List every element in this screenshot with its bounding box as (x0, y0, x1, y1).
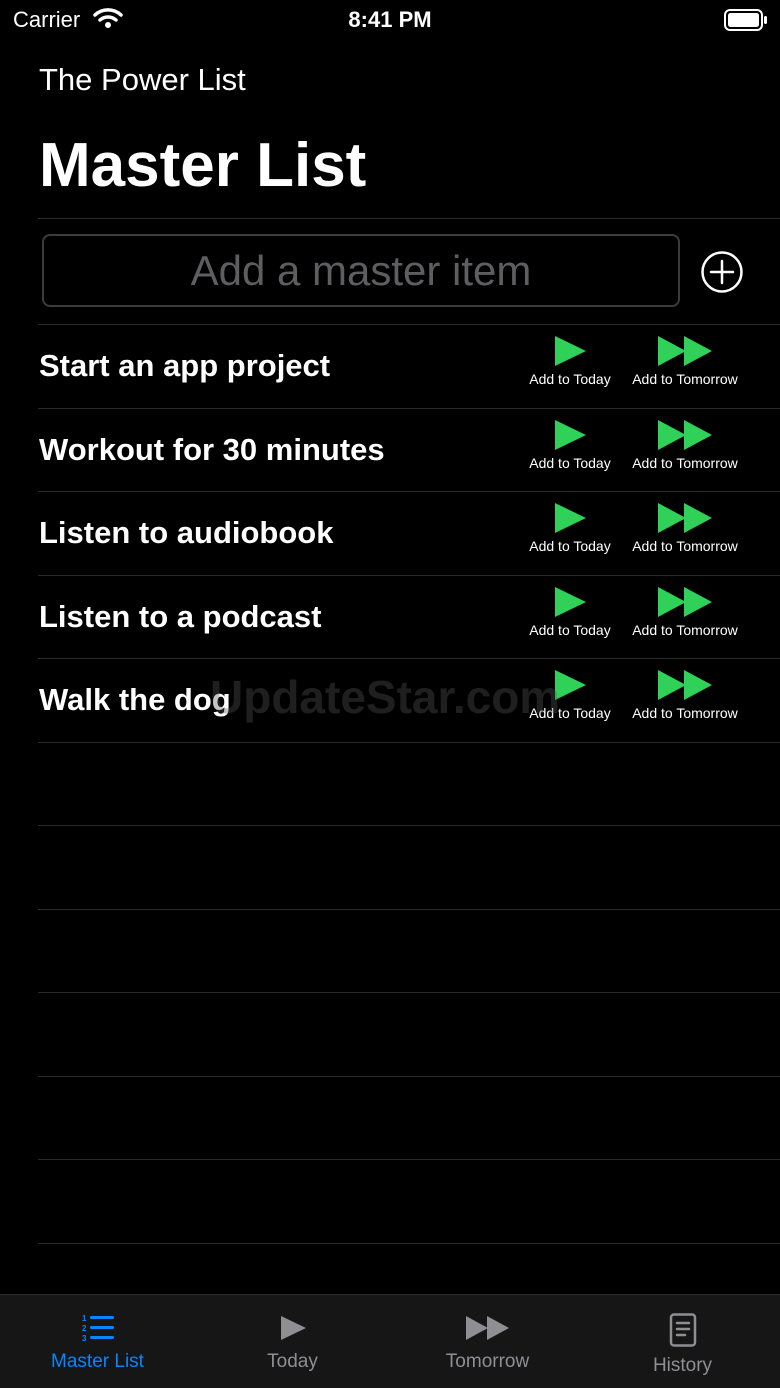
fast-forward-icon (658, 420, 712, 450)
empty-row-divider (38, 1159, 780, 1160)
tab-tomorrow[interactable]: Tomorrow (390, 1295, 585, 1388)
divider (38, 742, 780, 743)
empty-row-divider (38, 1076, 780, 1077)
add-item-button[interactable] (700, 250, 744, 294)
list-item-title: Listen to a podcast (39, 599, 322, 634)
divider (38, 218, 780, 219)
add-to-tomorrow-button[interactable]: Add to Tomorrow (622, 669, 748, 721)
add-to-today-label: Add to Today (529, 622, 611, 638)
add-to-tomorrow-button[interactable]: Add to Tomorrow (622, 335, 748, 387)
play-icon (555, 336, 586, 366)
add-to-tomorrow-label: Add to Tomorrow (632, 622, 738, 638)
fast-forward-icon (658, 336, 712, 366)
fast-forward-icon (658, 670, 712, 700)
plus-circle-icon (701, 251, 743, 293)
empty-row-divider (38, 992, 780, 993)
add-to-tomorrow-label: Add to Tomorrow (632, 455, 738, 471)
tab-label: History (652, 1355, 713, 1376)
app-title: The Power List (39, 62, 246, 97)
add-to-tomorrow-label: Add to Tomorrow (632, 538, 738, 554)
list-item: Listen to audiobook Add to Today Add to … (0, 492, 780, 575)
list-item-title: Listen to audiobook (39, 515, 334, 550)
add-to-today-button[interactable]: Add to Today (522, 586, 618, 638)
battery-icon (724, 8, 768, 37)
page-title: Master List (39, 131, 367, 200)
tab-label: Today (267, 1351, 318, 1372)
play-icon (555, 503, 586, 533)
fast-forward-icon (658, 503, 712, 533)
add-to-tomorrow-button[interactable]: Add to Tomorrow (622, 586, 748, 638)
tab-label: Master List (51, 1351, 144, 1372)
list-item: Listen to a podcast Add to Today Add to … (0, 576, 780, 659)
svg-text:1: 1 (82, 1314, 87, 1323)
add-to-today-label: Add to Today (529, 371, 611, 387)
add-to-today-label: Add to Today (529, 538, 611, 554)
add-master-item-input[interactable] (42, 234, 680, 307)
add-to-tomorrow-button[interactable]: Add to Tomorrow (622, 502, 748, 554)
add-to-tomorrow-button[interactable]: Add to Tomorrow (622, 419, 748, 471)
fast-forward-icon (658, 587, 712, 617)
svg-text:3: 3 (82, 1334, 87, 1343)
status-time: 8:41 PM (348, 7, 432, 32)
status-bar: Carrier 8:41 PM (0, 0, 780, 40)
tab-today[interactable]: Today (195, 1295, 390, 1388)
play-icon (280, 1316, 306, 1340)
empty-row-divider (38, 1243, 780, 1244)
add-to-tomorrow-label: Add to Tomorrow (632, 371, 738, 387)
empty-row-divider (38, 825, 780, 826)
add-to-today-button[interactable]: Add to Today (522, 419, 618, 471)
add-to-today-button[interactable]: Add to Today (522, 502, 618, 554)
watermark: UpdateStar.com (210, 671, 561, 723)
list-item: Start an app project Add to Today Add to… (0, 325, 780, 408)
list-icon: 123 (82, 1314, 114, 1343)
list-item-title: Start an app project (39, 348, 331, 383)
tab-bar: 123 Master List Today Tomorrow History (0, 1294, 780, 1388)
add-to-tomorrow-label: Add to Tomorrow (632, 705, 738, 721)
play-icon (555, 420, 586, 450)
add-to-today-label: Add to Today (529, 455, 611, 471)
list-item-title: Walk the dog (39, 682, 231, 717)
list-item: Workout for 30 minutes Add to Today Add … (0, 409, 780, 492)
play-icon (555, 587, 586, 617)
list-item-title: Workout for 30 minutes (39, 432, 385, 467)
document-icon (669, 1313, 696, 1347)
tab-history[interactable]: History (585, 1295, 780, 1388)
svg-text:2: 2 (82, 1324, 87, 1333)
empty-row-divider (38, 909, 780, 910)
add-to-today-button[interactable]: Add to Today (522, 335, 618, 387)
tab-label: Tomorrow (445, 1351, 530, 1372)
tab-master-list[interactable]: 123 Master List (0, 1295, 195, 1388)
fast-forward-icon (465, 1316, 509, 1340)
